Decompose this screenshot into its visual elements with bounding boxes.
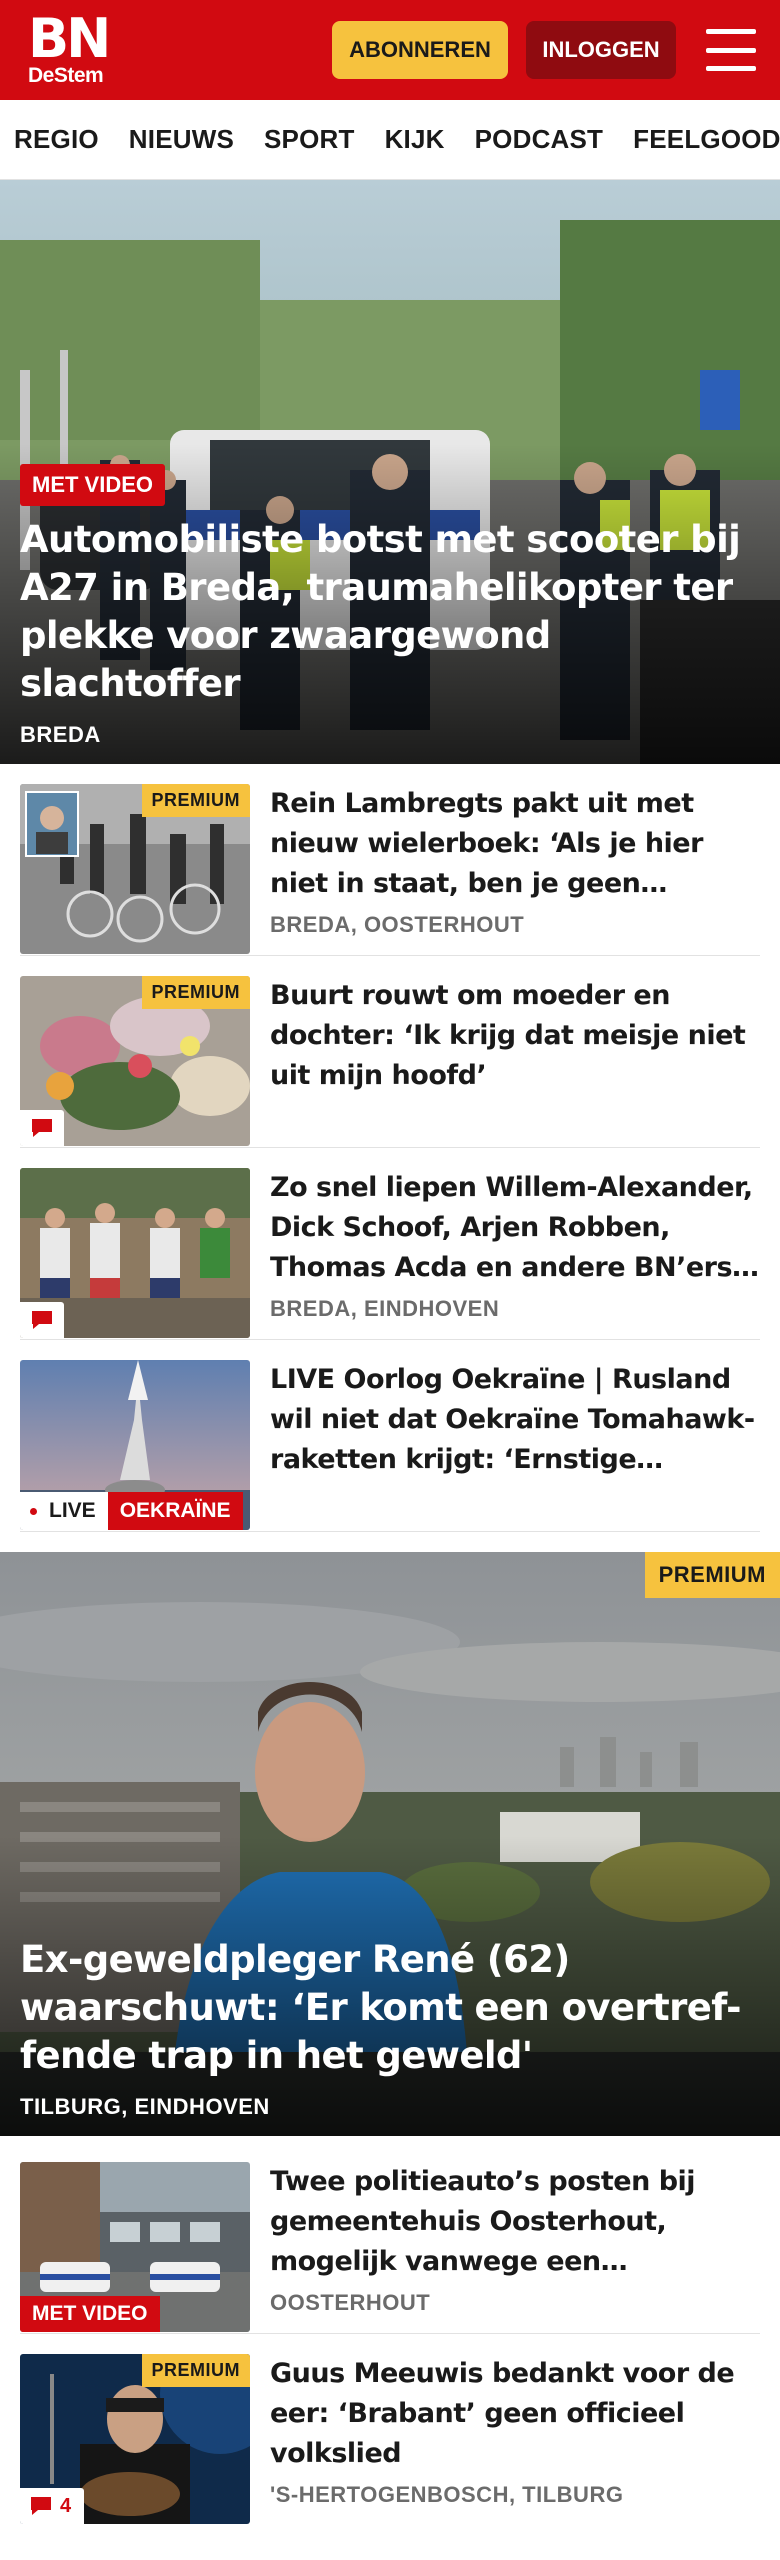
article-title[interactable]: Rein Lambregts pakt uit met nieuw wieler… [270, 784, 760, 904]
article-title[interactable]: LIVE Oorlog Oekraïne | Rusland wil niet … [270, 1360, 760, 1480]
premium-badge: PREMIUM [644, 1552, 780, 1598]
list-item[interactable]: PREMIUM 4 Guus Meeuwis bedankt voor de e… [20, 2334, 760, 2526]
comment-icon[interactable]: 4 [20, 2488, 84, 2524]
article-text: Zo snel liepen Willem-Alexander, Dick Sc… [250, 1168, 760, 1321]
article-text: Buurt rouwt om moeder en dochter: ‘Ik kr… [250, 976, 760, 1127]
article-location: 'S-HERTOGENBOSCH, TILBURG [270, 2482, 624, 2507]
hero-title[interactable]: Automobiliste botst met scooter bij A27 … [20, 516, 760, 708]
topic-tag: OEKRAÏNE [107, 1492, 243, 1530]
list-item[interactable]: MET VIDEO Twee politieauto’s posten bij … [20, 2142, 760, 2334]
article-list: PREMIUM Rein Lambregts pakt uit met nieu… [0, 764, 780, 1532]
article-thumbnail: MET VIDEO [20, 2162, 250, 2332]
live-dot-icon [30, 1507, 37, 1515]
login-button[interactable]: INLOGGEN [526, 21, 676, 79]
article-title[interactable]: Twee politieauto’s posten bij gemeentehu… [270, 2162, 760, 2282]
logo-sub: DeStem [28, 63, 104, 87]
article-thumbnail: PREMIUM 4 [20, 2354, 250, 2524]
video-badge: MET VIDEO [20, 464, 166, 506]
live-indicator: LIVE [20, 1492, 108, 1530]
hero-article[interactable]: MET VIDEO Automobiliste botst met scoote… [0, 180, 780, 764]
article-thumbnail: PREMIUM [20, 784, 250, 954]
premium-badge: PREMIUM [141, 2354, 250, 2387]
subscribe-button[interactable]: ABONNEREN [332, 21, 508, 79]
nav-item-podcast[interactable]: PODCAST [475, 124, 604, 155]
section-nav: REGIO NIEUWS SPORT KIJK PODCAST FEELGOOD [0, 100, 780, 180]
article-thumbnail [20, 1168, 250, 1338]
article-text: LIVE Oorlog Oekraïne | Rusland wil niet … [250, 1360, 760, 1511]
article-location: OOSTERHOUT [270, 2290, 431, 2315]
article-title[interactable]: Zo snel liepen Willem-Alexander, Dick Sc… [270, 1168, 760, 1288]
article-thumbnail: PREMIUM [20, 976, 250, 1146]
article-location: BREDA, OOSTERHOUT [270, 912, 525, 937]
article-thumbnail: LIVE OEKRAÏNE [20, 1360, 250, 1530]
live-label: LIVE [49, 1499, 96, 1522]
premium-badge: PREMIUM [141, 976, 250, 1009]
article-title[interactable]: Buurt rouwt om moeder en dochter: ‘Ik kr… [270, 976, 760, 1096]
comment-icon[interactable] [20, 1110, 64, 1146]
logo-main: BN [28, 6, 111, 70]
list-item[interactable]: PREMIUM Buurt rouwt om moeder en dochter… [20, 956, 760, 1148]
feature-title[interactable]: Ex-geweldpleger René (62) waarschuwt: ‘E… [20, 1936, 760, 2080]
article-text: Rein Lambregts pakt uit met nieuw wieler… [250, 784, 760, 937]
list-item[interactable]: PREMIUM Rein Lambregts pakt uit met nieu… [20, 764, 760, 956]
nav-item-nieuws[interactable]: NIEUWS [129, 124, 234, 155]
header-actions: ABONNEREN INLOGGEN [332, 21, 756, 79]
hero-text: MET VIDEO Automobiliste botst met scoote… [20, 464, 760, 748]
hero-location: BREDA [20, 722, 101, 747]
nav-item-kijk[interactable]: KIJK [385, 124, 445, 155]
article-text: Guus Meeuwis bedankt voor de eer: ‘Braba… [250, 2354, 760, 2507]
nav-item-regio[interactable]: REGIO [14, 124, 99, 155]
feature-article[interactable]: PREMIUM Ex-geweldpleger René (62) waarsc… [0, 1552, 780, 2136]
feature-text: Ex-geweldpleger René (62) waarschuwt: ‘E… [20, 1936, 760, 2120]
site-header: BN DeStem ABONNEREN INLOGGEN [0, 0, 780, 100]
feature-location: TILBURG, EINDHOVEN [20, 2094, 270, 2119]
article-title[interactable]: Guus Meeuwis bedankt voor de eer: ‘Braba… [270, 2354, 760, 2474]
article-text: Twee politieauto’s posten bij gemeentehu… [250, 2162, 760, 2315]
nav-item-feelgood[interactable]: FEELGOOD [633, 124, 780, 155]
video-badge: MET VIDEO [20, 2296, 160, 2332]
hamburger-menu-icon[interactable] [706, 29, 756, 71]
article-list: MET VIDEO Twee politieauto’s posten bij … [0, 2142, 780, 2526]
comment-count: 4 [60, 2494, 72, 2517]
list-item[interactable]: Zo snel liepen Willem-Alexander, Dick Sc… [20, 1148, 760, 1340]
comment-icon[interactable] [20, 1302, 64, 1338]
live-tag: LIVE OEKRAÏNE [20, 1492, 243, 1530]
premium-badge: PREMIUM [141, 784, 250, 817]
list-item[interactable]: LIVE OEKRAÏNE LIVE Oorlog Oekraïne | Rus… [20, 1340, 760, 1532]
nav-item-sport[interactable]: SPORT [264, 124, 355, 155]
site-logo[interactable]: BN DeStem [28, 6, 111, 87]
article-location: BREDA, EINDHOVEN [270, 1296, 500, 1321]
